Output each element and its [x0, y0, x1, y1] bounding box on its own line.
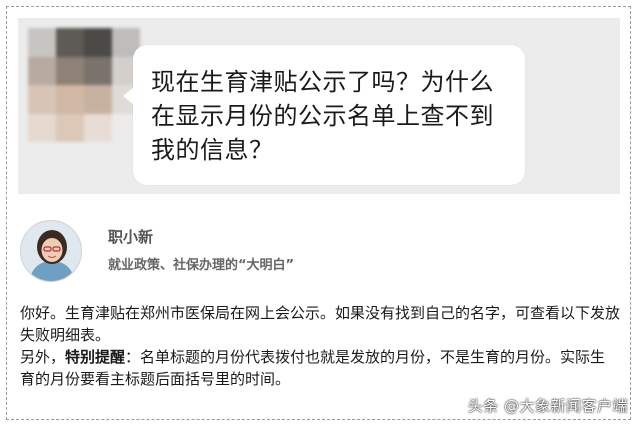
author-profile: 职小新 就业政策、社保办理的“大明白”: [20, 220, 620, 284]
bubble-tail: [123, 87, 134, 105]
chat-screenshot-panel: 现在生育津贴公示了吗？为什么在显示月份的公示名单上查不到我的信息？: [18, 18, 620, 194]
question-bubble: 现在生育津贴公示了吗？为什么在显示月份的公示名单上查不到我的信息？: [123, 45, 525, 185]
special-reminder-label: 特别提醒: [65, 348, 126, 366]
answer-paragraph-1: 你好。生育津贴在郑州市医保局在网上会公示。如果没有找到自己的名字，可查看以下发放…: [20, 304, 621, 344]
source-watermark: 头条 @大象新闻客户端: [467, 397, 628, 415]
avatar-illustration: [21, 221, 81, 281]
author-name[interactable]: 职小新: [108, 226, 153, 247]
answer-paragraph-2: 另外，特别提醒：名单标题的月份代表拨付也就是发放的月份，不是生育的月份。实际生育…: [20, 346, 620, 390]
author-description: 就业政策、社保办理的“大明白”: [108, 258, 295, 273]
blurred-avatar: [28, 28, 140, 142]
answer-text: 你好。生育津贴在郑州市医保局在网上会公示。如果没有找到自己的名字，可查看以下发放…: [20, 302, 620, 390]
avatar[interactable]: [20, 220, 82, 282]
answer-p2-prefix: 另外，: [20, 348, 66, 366]
question-text: 现在生育津贴公示了吗？为什么在显示月份的公示名单上查不到我的信息？: [151, 68, 494, 164]
